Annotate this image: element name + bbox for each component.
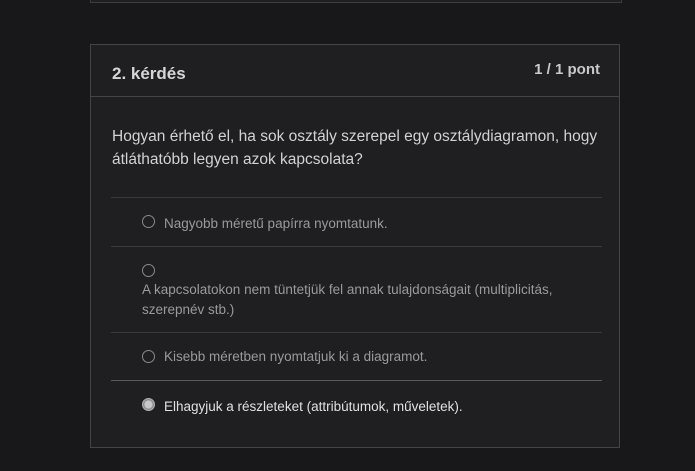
- answer-label: Kisebb méretben nyomtatjuk ki a diagramo…: [164, 349, 428, 364]
- question-title: 2. kérdés: [112, 64, 186, 83]
- previous-question-card: [90, 0, 622, 3]
- radio-button[interactable]: [142, 350, 155, 363]
- question-text: Hogyan érhető el, ha sok osztály szerepe…: [112, 128, 598, 168]
- radio-button[interactable]: [142, 264, 155, 277]
- answer-label: Elhagyjuk a részleteket (attribútumok, m…: [164, 399, 463, 414]
- answer-list: Nagyobb méretű papírra nyomtatunk. A kap…: [111, 197, 602, 435]
- question-header: 2. kérdés 1 / 1 pont: [91, 45, 619, 97]
- radio-button-checked[interactable]: [142, 398, 155, 411]
- radio-button[interactable]: [142, 215, 155, 228]
- question-points: 1 / 1 pont: [534, 61, 600, 78]
- answer-label: A kapcsolatokon nem tüntetjük fel annak …: [142, 282, 553, 317]
- answer-option[interactable]: Nagyobb méretű papírra nyomtatunk.: [111, 197, 602, 246]
- question-card: 2. kérdés 1 / 1 pont Hogyan érhető el, h…: [90, 44, 620, 448]
- answer-option-selected[interactable]: Elhagyjuk a részleteket (attribútumok, m…: [111, 380, 602, 435]
- answer-option[interactable]: Kisebb méretben nyomtatjuk ki a diagramo…: [111, 332, 602, 380]
- answer-label: Nagyobb méretű papírra nyomtatunk.: [164, 216, 388, 231]
- answer-option[interactable]: A kapcsolatokon nem tüntetjük fel annak …: [111, 246, 602, 332]
